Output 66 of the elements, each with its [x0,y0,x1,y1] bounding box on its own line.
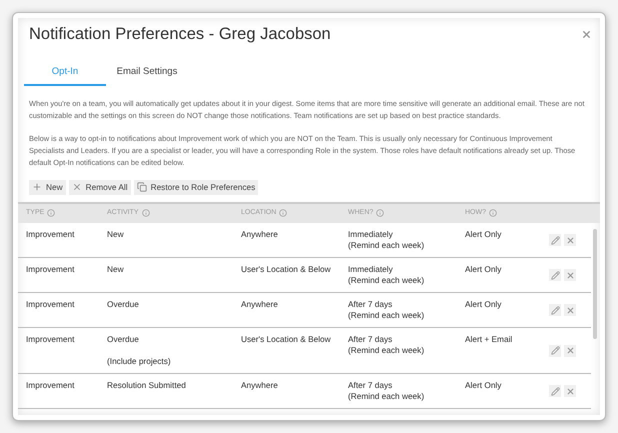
table-cell-text: Resolution Submitted [107,380,187,392]
pencil-icon [550,346,560,356]
table-cell: Anywhere [241,380,278,390]
table-cell: Improvement [26,264,74,274]
toolbar-button[interactable]: Remove All [68,180,131,195]
edit-button[interactable] [549,385,561,398]
table-cell: Alert + Email [465,334,512,344]
pencil-icon [550,270,560,280]
table-cell-text: (Remind each week) [348,310,426,322]
table-cell-text: After 7 days [348,380,394,392]
toolbar-button[interactable]: Restore to Role Preferences [134,180,258,195]
x-icon [566,236,574,245]
edit-button[interactable] [549,344,561,357]
edit-button[interactable] [549,269,561,282]
info-icon[interactable] [47,209,56,218]
tab[interactable]: Email Settings [106,60,188,86]
info-icon[interactable] [376,209,384,218]
table-cell-text: Immediately [348,228,394,240]
table-cell: Anywhere [241,298,278,309]
table-cell-text: After 7 days [348,298,394,310]
x-icon [566,306,574,315]
delete-button[interactable] [564,269,576,282]
info-icon[interactable] [142,209,150,218]
pencil-icon [550,236,560,245]
table-cell: Improvement [26,380,74,390]
table-cell-text: (Remind each week) [348,391,426,403]
table-cell-text: (Remind each week) [348,345,426,357]
table-cell-text: After 7 days [348,334,394,346]
plus-icon [32,182,42,192]
table-cell-text: New [107,228,125,240]
table-cell-text: Immediately [348,264,394,276]
table-cell: Alert Only [465,298,502,309]
x-icon [72,182,82,192]
copy-icon [136,182,147,192]
table-cell-text: (Include projects) [107,356,172,368]
table-cell: Alert Only [465,264,502,274]
delete-button[interactable] [564,385,576,398]
dialog-title: Notification Preferences - Greg Jacobson [29,24,331,45]
table-cell: User's Location & Below [241,334,331,344]
x-icon [566,386,574,396]
delete-button[interactable] [564,344,576,357]
x-icon [566,346,574,356]
edit-button[interactable] [549,234,561,246]
table-cell: Alert Only [465,380,502,390]
table-cell: Improvement [26,298,74,309]
table-cell: Improvement [26,334,74,344]
table-cell: Anywhere [241,228,278,239]
delete-button[interactable] [564,234,576,246]
delete-button[interactable] [564,304,576,316]
table-cell: Improvement [26,228,74,239]
table-cell-text: Overdue [107,298,140,310]
table-cell: User's Location & Below [241,264,331,274]
toolbar-button[interactable]: New [29,180,66,195]
table-cell-text: (Remind each week) [348,275,426,287]
info-icon[interactable] [489,209,497,218]
pencil-icon [550,386,560,396]
scrollbar[interactable] [593,228,597,339]
close-icon[interactable] [581,28,592,40]
pencil-icon [550,306,560,315]
edit-button[interactable] [549,304,561,316]
x-icon [566,270,574,280]
info-icon[interactable] [279,209,288,218]
table-cell: Alert Only [465,228,502,239]
table-cell-text: Overdue [107,334,140,346]
table-cell-text: (Remind each week) [348,240,426,252]
table-cell-text: New [107,264,125,276]
